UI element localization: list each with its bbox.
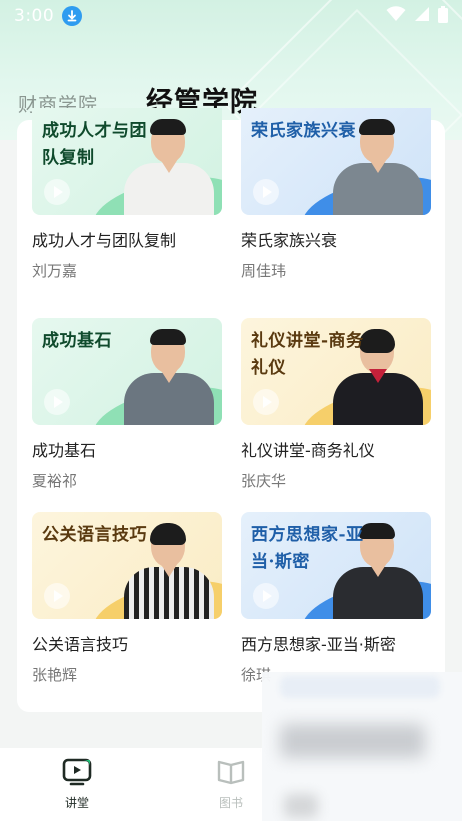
thumbnail-title: 成功基石	[42, 331, 112, 351]
course-thumbnail[interactable]: 成功人才与团队复制	[32, 108, 222, 215]
thumbnail-title: 西方思想家-亚当·斯密	[251, 525, 364, 572]
course-author: 夏裕祁	[32, 472, 78, 490]
play-icon[interactable]	[44, 583, 70, 609]
course-card[interactable]: 公关语言技巧 公关语言技巧 张艳辉	[32, 512, 222, 685]
download-icon	[62, 6, 83, 26]
course-card[interactable]: 成功人才与团队复制 成功人才与团队复制 刘万嘉	[32, 108, 222, 281]
course-card[interactable]: 礼仪讲堂-商务礼仪 礼仪讲堂-商务礼仪 张庆华	[241, 318, 431, 491]
lecture-tv-icon	[62, 758, 92, 786]
nav-label: 图书	[218, 796, 243, 810]
course-title: 成功人才与团队复制	[32, 231, 177, 250]
battery-icon	[438, 5, 448, 27]
course-card[interactable]: 成功基石 成功基石 夏裕祁	[32, 318, 222, 491]
signal-icon	[414, 6, 430, 26]
course-author: 张庆华	[241, 472, 287, 490]
course-author: 刘万嘉	[32, 262, 78, 280]
course-panel: 成功人才与团队复制 成功人才与团队复制 刘万嘉 荣氏家族兴衰 荣氏家族兴衰 周佳…	[17, 108, 445, 712]
course-thumbnail[interactable]: 成功基石	[32, 318, 222, 425]
course-card[interactable]: 西方思想家-亚当·斯密 西方思想家-亚当·斯密 徐琪	[241, 512, 431, 685]
play-icon[interactable]	[253, 179, 279, 205]
bottom-navigation: 讲堂 图书	[0, 748, 262, 821]
thumbnail-title: 礼仪讲堂-商务礼仪	[251, 331, 364, 378]
course-author: 张艳辉	[32, 666, 78, 684]
play-icon[interactable]	[253, 583, 279, 609]
course-title: 荣氏家族兴衰	[241, 231, 338, 250]
play-icon[interactable]	[44, 389, 70, 415]
nav-label: 讲堂	[64, 796, 89, 810]
thumbnail-title: 成功人才与团队复制	[42, 121, 147, 168]
blurred-overlay	[262, 672, 462, 821]
wifi-icon	[386, 6, 406, 26]
book-icon	[216, 758, 246, 786]
course-thumbnail[interactable]: 荣氏家族兴衰	[241, 108, 431, 215]
course-card[interactable]: 荣氏家族兴衰 荣氏家族兴衰 周佳玮	[241, 108, 431, 281]
play-icon[interactable]	[44, 179, 70, 205]
status-bar: 3:00	[0, 0, 462, 32]
course-title: 成功基石	[32, 441, 97, 460]
status-time: 3:00	[14, 6, 55, 26]
course-title: 礼仪讲堂-商务礼仪	[241, 441, 375, 460]
play-icon[interactable]	[253, 389, 279, 415]
course-thumbnail[interactable]: 礼仪讲堂-商务礼仪	[241, 318, 431, 425]
course-thumbnail[interactable]: 西方思想家-亚当·斯密	[241, 512, 431, 619]
course-author: 周佳玮	[241, 262, 287, 280]
course-thumbnail[interactable]: 公关语言技巧	[32, 512, 222, 619]
thumbnail-title: 公关语言技巧	[42, 525, 147, 545]
course-title: 公关语言技巧	[32, 635, 129, 654]
nav-item-books[interactable]: 图书	[201, 758, 261, 811]
thumbnail-title: 荣氏家族兴衰	[251, 121, 356, 141]
nav-item-lecture[interactable]: 讲堂	[47, 758, 107, 811]
course-title: 西方思想家-亚当·斯密	[241, 635, 396, 654]
